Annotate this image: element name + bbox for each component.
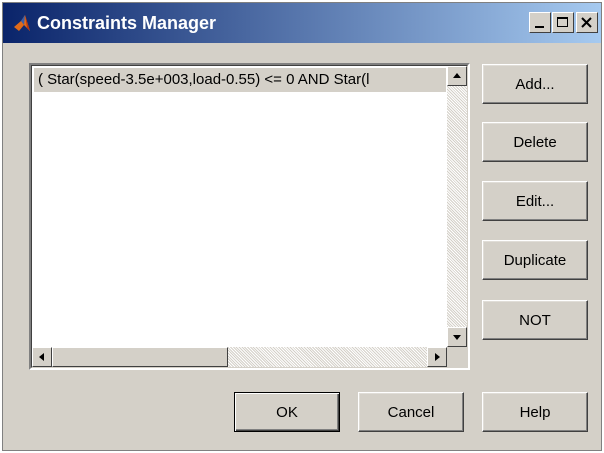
constraints-list[interactable]: ( Star(speed-3.5e+003,load-0.55) <= 0 AN… [29, 63, 470, 370]
duplicate-button[interactable]: Duplicate [482, 240, 588, 280]
edit-button[interactable]: Edit... [482, 181, 588, 221]
ok-button[interactable]: OK [234, 392, 340, 432]
scroll-left-button[interactable] [32, 347, 52, 367]
scroll-down-button[interactable] [447, 327, 467, 347]
arrow-left-icon [39, 353, 44, 361]
maximize-icon [557, 17, 568, 27]
list-item[interactable]: ( Star(speed-3.5e+003,load-0.55) <= 0 AN… [34, 68, 446, 92]
horizontal-scrollbar[interactable] [32, 347, 447, 367]
constraints-manager-window: Constraints Manager ( Star(speed-3.5e+00… [2, 2, 602, 451]
delete-button[interactable]: Delete [482, 122, 588, 162]
minimize-button[interactable] [529, 12, 551, 33]
arrow-up-icon [453, 73, 461, 78]
title-bar[interactable]: Constraints Manager [3, 3, 601, 43]
constraints-list-viewport: ( Star(speed-3.5e+003,load-0.55) <= 0 AN… [31, 65, 468, 368]
add-button[interactable]: Add... [482, 64, 588, 104]
close-button[interactable] [576, 12, 598, 33]
help-button[interactable]: Help [482, 392, 588, 432]
scroll-up-button[interactable] [447, 66, 467, 86]
matlab-logo-icon [13, 13, 33, 33]
horizontal-scroll-thumb[interactable] [52, 347, 228, 367]
vertical-scrollbar[interactable] [447, 66, 467, 347]
cancel-button[interactable]: Cancel [358, 392, 464, 432]
close-icon [581, 17, 592, 28]
arrow-down-icon [453, 335, 461, 340]
scroll-right-button[interactable] [427, 347, 447, 367]
maximize-button[interactable] [552, 12, 574, 33]
window-title: Constraints Manager [37, 13, 217, 33]
not-button[interactable]: NOT [482, 300, 588, 340]
arrow-right-icon [435, 353, 440, 361]
scrollbar-corner [447, 347, 467, 367]
minimize-icon [535, 26, 544, 28]
